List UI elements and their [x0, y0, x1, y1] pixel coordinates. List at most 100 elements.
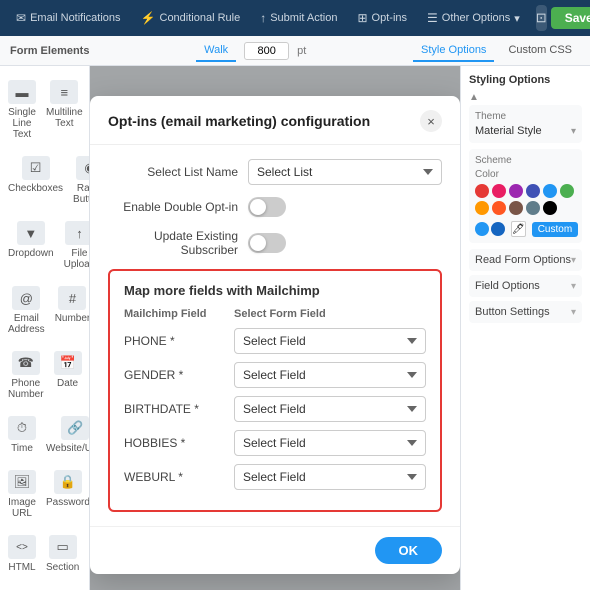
theme-chevron-icon[interactable]: ▾: [571, 126, 576, 137]
color-swatch-blue[interactable]: [543, 184, 557, 198]
gender-field-select[interactable]: Select Field: [234, 362, 426, 388]
nav-conditional-rule[interactable]: ⚡ Conditional Rule: [133, 7, 249, 29]
modal-overlay: Opt-ins (email marketing) configuration …: [90, 66, 460, 590]
nav-optins[interactable]: ⊞ Opt-ins: [349, 7, 415, 29]
save-button[interactable]: Save: [551, 7, 590, 29]
birthdate-field-select[interactable]: Select Field: [234, 396, 426, 422]
field-options-row[interactable]: Field Options ▾: [469, 275, 582, 297]
right-tabs: Style Options Custom CSS: [413, 40, 580, 62]
sidebar-label-number: Number: [55, 313, 90, 324]
sidebar-label-phone: Phone Number: [8, 378, 44, 400]
button-settings-row[interactable]: Button Settings ▾: [469, 301, 582, 323]
canvas-area: Opt-ins (email marketing) configuration …: [90, 66, 460, 590]
color-indicators: [475, 222, 505, 236]
sidebar-item-image-url[interactable]: 🖼 Image URL: [4, 464, 40, 525]
phone-field-name: PHONE *: [124, 334, 224, 348]
custom-color-button[interactable]: Custom: [532, 222, 578, 237]
phone-icon: ☎: [12, 351, 40, 375]
width-unit: pt: [297, 45, 306, 57]
sidebar-item-email[interactable]: @ Email Address: [4, 280, 49, 341]
sidebar-item-time[interactable]: ⏱ Time: [4, 410, 40, 460]
birthdate-field-name: BIRTHDATE *: [124, 402, 224, 416]
sidebar-item-radio-buttons[interactable]: ◉ Radio Buttons: [69, 150, 90, 211]
double-optin-label: Enable Double Opt-in: [108, 200, 238, 214]
nav-email-label: Email Notifications: [30, 12, 120, 24]
read-form-options-label: Read Form Options: [475, 254, 571, 266]
color-swatch-green[interactable]: [560, 184, 574, 198]
nav-other-options[interactable]: ☰ Other Options ▾: [419, 7, 528, 29]
nav-optin-label: Opt-ins: [372, 12, 407, 24]
sidebar-row-1: ▬ Single Line Text ≡ Multiline Text: [4, 74, 85, 146]
url-icon: 🔗: [61, 416, 89, 440]
time-icon: ⏱: [8, 416, 36, 440]
resize-icon[interactable]: ⊡: [536, 5, 547, 31]
color-swatch-purple[interactable]: [509, 184, 523, 198]
list-name-select[interactable]: Select List: [248, 159, 442, 185]
eyedropper-icon[interactable]: 🖊: [511, 221, 526, 237]
upload-icon: ↑: [65, 221, 90, 245]
map-field-row-weburl: WEBURL * Select Field: [124, 464, 426, 490]
color-swatch-orange[interactable]: [475, 201, 489, 215]
sidebar-item-single-line-text[interactable]: ▬ Single Line Text: [4, 74, 40, 146]
theme-section: Theme Material Style ▾: [469, 105, 582, 143]
modal-close-button[interactable]: ×: [420, 110, 442, 132]
sidebar-item-password[interactable]: 🔒 Password: [42, 464, 90, 525]
width-input[interactable]: [244, 42, 289, 60]
sidebar-item-multiline-text[interactable]: ≡ Multiline Text: [42, 74, 87, 146]
hobbies-field-select[interactable]: Select Field: [234, 430, 426, 456]
tab-custom-css[interactable]: Custom CSS: [500, 40, 580, 62]
tab-walk[interactable]: Walk: [196, 40, 236, 62]
color-swatch-bluegrey[interactable]: [526, 201, 540, 215]
sidebar-row-7: 🖼 Image URL 🔒 Password: [4, 464, 85, 525]
sidebar-item-number[interactable]: # Number: [51, 280, 90, 341]
sidebar-item-phone[interactable]: ☎ Phone Number: [4, 345, 48, 406]
sidebar-item-date[interactable]: 📅 Date: [50, 345, 86, 406]
right-sidebar: Styling Options ▲ Theme Material Style ▾…: [460, 66, 590, 590]
map-field-row-gender: GENDER * Select Field: [124, 362, 426, 388]
color-swatch-indigo[interactable]: [526, 184, 540, 198]
button-settings-label: Button Settings: [475, 306, 550, 318]
modal-dialog: Opt-ins (email marketing) configuration …: [90, 96, 460, 574]
chevron-down-icon: ▾: [514, 12, 520, 25]
sidebar-item-html[interactable]: <> HTML: [4, 529, 40, 579]
sidebar-item-dropdown[interactable]: ▼ Dropdown: [4, 215, 58, 276]
map-header-row: Mailchimp Field Select Form Field: [124, 308, 426, 320]
single-line-icon: ▬: [8, 80, 36, 104]
nav-conditional-label: Conditional Rule: [160, 12, 241, 24]
update-subscriber-toggle[interactable]: [248, 233, 286, 253]
email-field-icon: @: [12, 286, 40, 310]
sidebar-label-checkboxes: Checkboxes: [8, 183, 63, 194]
field-options-chevron-icon: ▾: [571, 281, 576, 292]
sidebar-label-dropdown: Dropdown: [8, 248, 54, 259]
theme-row: Material Style ▾: [475, 125, 576, 137]
optin-icon: ⊞: [357, 11, 367, 25]
update-subscriber-label: Update Existing Subscriber: [108, 229, 238, 257]
nav-submit-action[interactable]: ↑ Submit Action: [252, 7, 345, 29]
date-icon: 📅: [54, 351, 82, 375]
sidebar-item-file-upload[interactable]: ↑ File Upload: [60, 215, 90, 276]
top-nav: ✉ Email Notifications ⚡ Conditional Rule…: [0, 0, 590, 36]
nav-options-label: Other Options: [442, 12, 510, 24]
tab-style-options[interactable]: Style Options: [413, 40, 494, 62]
color-swatch-brown[interactable]: [509, 201, 523, 215]
nav-email-notifications[interactable]: ✉ Email Notifications: [8, 7, 129, 29]
chevron-up-icon: ▲: [469, 92, 479, 103]
sidebar-item-checkboxes[interactable]: ☑ Checkboxes: [4, 150, 67, 211]
weburl-field-select[interactable]: Select Field: [234, 464, 426, 490]
theme-label: Theme: [475, 111, 576, 122]
theme-value: Material Style: [475, 125, 542, 137]
read-form-options-row[interactable]: Read Form Options ▾: [469, 249, 582, 271]
conditional-icon: ⚡: [141, 11, 156, 25]
color-swatch-red[interactable]: [475, 184, 489, 198]
color-swatch-pink[interactable]: [492, 184, 506, 198]
double-optin-toggle[interactable]: [248, 197, 286, 217]
main-area: ▬ Single Line Text ≡ Multiline Text ☑ Ch…: [0, 66, 590, 590]
list-name-row: Select List Name Select List: [108, 159, 442, 185]
phone-field-select[interactable]: Select Field: [234, 328, 426, 354]
color-swatch-black[interactable]: [543, 201, 557, 215]
sidebar-item-section[interactable]: ▭ Section: [42, 529, 83, 579]
color-swatch-deeporange[interactable]: [492, 201, 506, 215]
ok-button[interactable]: OK: [375, 537, 443, 564]
sidebar-item-website-url[interactable]: 🔗 Website/URL: [42, 410, 90, 460]
html-icon: <>: [8, 535, 36, 559]
